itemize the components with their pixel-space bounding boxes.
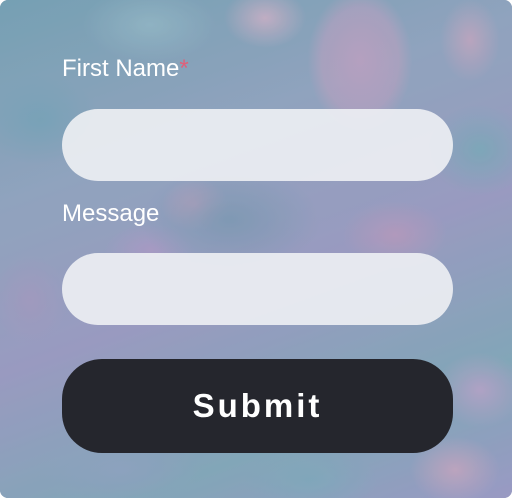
message-label: Message bbox=[62, 200, 160, 227]
first-name-input[interactable] bbox=[62, 109, 453, 181]
form-card: First Name* Message Submit bbox=[0, 0, 512, 498]
required-asterisk: * bbox=[179, 55, 189, 82]
message-input[interactable] bbox=[62, 253, 453, 325]
first-name-label-text: First Name bbox=[62, 55, 180, 82]
submit-button[interactable]: Submit bbox=[62, 359, 453, 453]
first-name-label: First Name* bbox=[62, 55, 189, 83]
